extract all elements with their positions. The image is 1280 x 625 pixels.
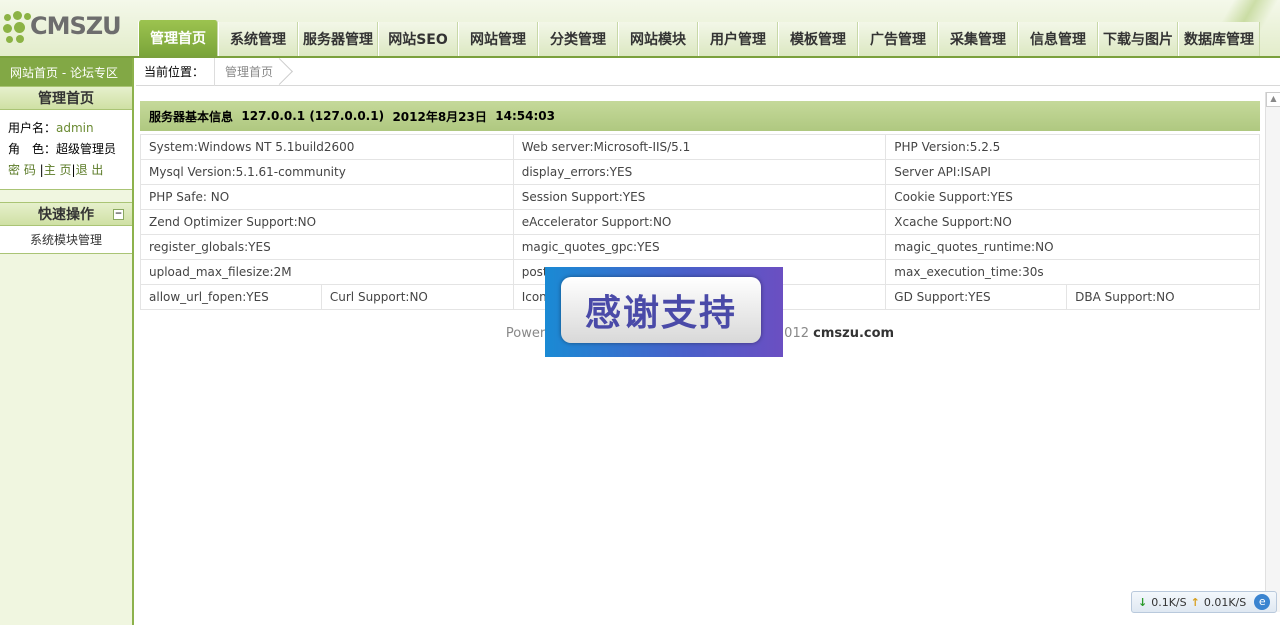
nav-item-server[interactable]: 服务器管理 bbox=[298, 22, 378, 56]
table-cell: display_errors:YES bbox=[512, 159, 887, 185]
left-sidebar: 网站首页 - 论坛专区 管理首页 用户名：admin 角 色：超级管理员 密 码… bbox=[0, 58, 134, 625]
quick-item-module-mgmt[interactable]: 系统模块管理 bbox=[0, 226, 132, 254]
server-info-header: 服务器基本信息 127.0.0.1 (127.0.0.1) 2012年8月23日… bbox=[140, 101, 1260, 131]
table-cell: Mysql Version:5.1.61-community bbox=[140, 159, 514, 185]
table-cell: PHP Safe: NO bbox=[140, 184, 514, 210]
upload-speed: 0.01K/S bbox=[1203, 595, 1247, 609]
table-cell: magic_quotes_runtime:NO bbox=[885, 234, 1260, 260]
table-cell: Web server:Microsoft-IIS/5.1 bbox=[512, 134, 887, 160]
nav-item-site[interactable]: 网站管理 bbox=[458, 22, 538, 56]
nav-item-template[interactable]: 模板管理 bbox=[778, 22, 858, 56]
table-cell: Server API:ISAPI bbox=[885, 159, 1260, 185]
breadcrumb: 当前位置： 管理首页 bbox=[136, 57, 1280, 86]
nav-item-ads[interactable]: 广告管理 bbox=[858, 22, 938, 56]
role-line: 角 色：超级管理员 bbox=[8, 139, 124, 160]
nav-item-module[interactable]: 网站模块 bbox=[618, 22, 698, 56]
quick-ops-title: 快速操作 − bbox=[0, 202, 132, 226]
table-cell: max_execution_time:30s bbox=[885, 259, 1260, 285]
collapse-icon[interactable]: − bbox=[113, 209, 124, 220]
server-time: 14:54:03 bbox=[495, 109, 555, 123]
table-cell: Zend Optimizer Support:NO bbox=[140, 209, 514, 235]
table-cell: System:Windows NT 5.1build2600 bbox=[140, 134, 514, 160]
logout-link[interactable]: 退 出 bbox=[76, 163, 104, 177]
main-nav: 管理首页 系统管理 服务器管理 网站SEO 网站管理 分类管理 网站模块 用户管… bbox=[138, 20, 1260, 56]
table-cell: Xcache Support:NO bbox=[885, 209, 1260, 235]
username-label: 用户名： bbox=[8, 121, 57, 135]
table-cell: upload_max_filesize:2M bbox=[140, 259, 514, 285]
server-host: 127.0.0.1 (127.0.0.1) bbox=[241, 109, 385, 123]
table-cell: eAccelerator Support:NO bbox=[512, 209, 887, 235]
nav-item-system[interactable]: 系统管理 bbox=[218, 22, 298, 56]
table-row: Zend Optimizer Support:NO eAccelerator S… bbox=[140, 209, 1260, 235]
user-info-box: 用户名：admin 角 色：超级管理员 密 码 |主 页|退 出 bbox=[0, 110, 132, 190]
quick-ops-label: 快速操作 bbox=[38, 207, 94, 223]
table-cell: Cookie Support:YES bbox=[885, 184, 1260, 210]
username-value: admin bbox=[56, 121, 94, 135]
table-cell: Curl Support:NO bbox=[320, 284, 514, 310]
password-link[interactable]: 密 码 bbox=[8, 163, 36, 177]
vertical-scrollbar[interactable]: ▲ bbox=[1265, 92, 1280, 612]
role-value: 超级管理员 bbox=[56, 142, 117, 156]
net-speed-widget: ↓ 0.1K/S ↑ 0.01K/S e bbox=[1131, 591, 1277, 613]
upload-arrow-icon: ↑ bbox=[1190, 595, 1200, 609]
thanks-banner-text: 感谢支持 bbox=[561, 277, 761, 343]
nav-item-database[interactable]: 数据库管理 bbox=[1178, 22, 1260, 56]
nav-item-info[interactable]: 信息管理 bbox=[1018, 22, 1098, 56]
table-cell: Session Support:YES bbox=[512, 184, 887, 210]
server-info-title: 服务器基本信息 bbox=[149, 109, 234, 124]
sidebar-spacer bbox=[0, 190, 132, 202]
nav-item-users[interactable]: 用户管理 bbox=[698, 22, 778, 56]
table-row: Mysql Version:5.1.61-community display_e… bbox=[140, 159, 1260, 185]
top-header: CMSZU 管理首页 系统管理 服务器管理 网站SEO 网站管理 分类管理 网站… bbox=[0, 0, 1280, 58]
table-row: PHP Safe: NO Session Support:YES Cookie … bbox=[140, 184, 1260, 210]
site-logo[interactable]: CMSZU bbox=[0, 6, 132, 50]
table-cell: allow_url_fopen:YES bbox=[140, 284, 322, 310]
download-speed: 0.1K/S bbox=[1151, 595, 1187, 609]
sidebar-top-links[interactable]: 网站首页 - 论坛专区 bbox=[0, 58, 132, 86]
table-cell: GD Support:YES bbox=[885, 284, 1068, 310]
sidebar-home-title: 管理首页 bbox=[0, 86, 132, 110]
table-cell: PHP Version:5.2.5 bbox=[885, 134, 1260, 160]
nav-item-collect[interactable]: 采集管理 bbox=[938, 22, 1018, 56]
thanks-banner: 感谢支持 bbox=[545, 267, 783, 357]
browser-icon[interactable]: e bbox=[1254, 594, 1271, 610]
nav-item-home[interactable]: 管理首页 bbox=[138, 20, 218, 56]
role-label: 角 色： bbox=[8, 142, 57, 156]
download-arrow-icon: ↓ bbox=[1138, 595, 1148, 609]
table-row: register_globals:YES magic_quotes_gpc:YE… bbox=[140, 234, 1260, 260]
table-row: System:Windows NT 5.1build2600 Web serve… bbox=[140, 134, 1260, 160]
scroll-up-icon[interactable]: ▲ bbox=[1266, 92, 1280, 107]
nav-item-downloads[interactable]: 下载与图片 bbox=[1098, 22, 1178, 56]
table-cell: magic_quotes_gpc:YES bbox=[512, 234, 887, 260]
breadcrumb-label: 当前位置： bbox=[144, 65, 205, 79]
user-links: 密 码 |主 页|退 出 bbox=[8, 163, 104, 177]
table-cell: register_globals:YES bbox=[140, 234, 514, 260]
username-line: 用户名：admin bbox=[8, 118, 124, 139]
server-date: 2012年8月23日 bbox=[392, 109, 487, 124]
logo-text: CMSZU bbox=[30, 12, 122, 40]
table-cell: DBA Support:NO bbox=[1066, 284, 1260, 310]
nav-item-seo[interactable]: 网站SEO bbox=[378, 22, 458, 56]
breadcrumb-current[interactable]: 管理首页 bbox=[214, 57, 283, 86]
footer-brand[interactable]: cmszu.com bbox=[813, 326, 894, 341]
nav-item-category[interactable]: 分类管理 bbox=[538, 22, 618, 56]
homepage-link[interactable]: 主 页 bbox=[44, 163, 72, 177]
